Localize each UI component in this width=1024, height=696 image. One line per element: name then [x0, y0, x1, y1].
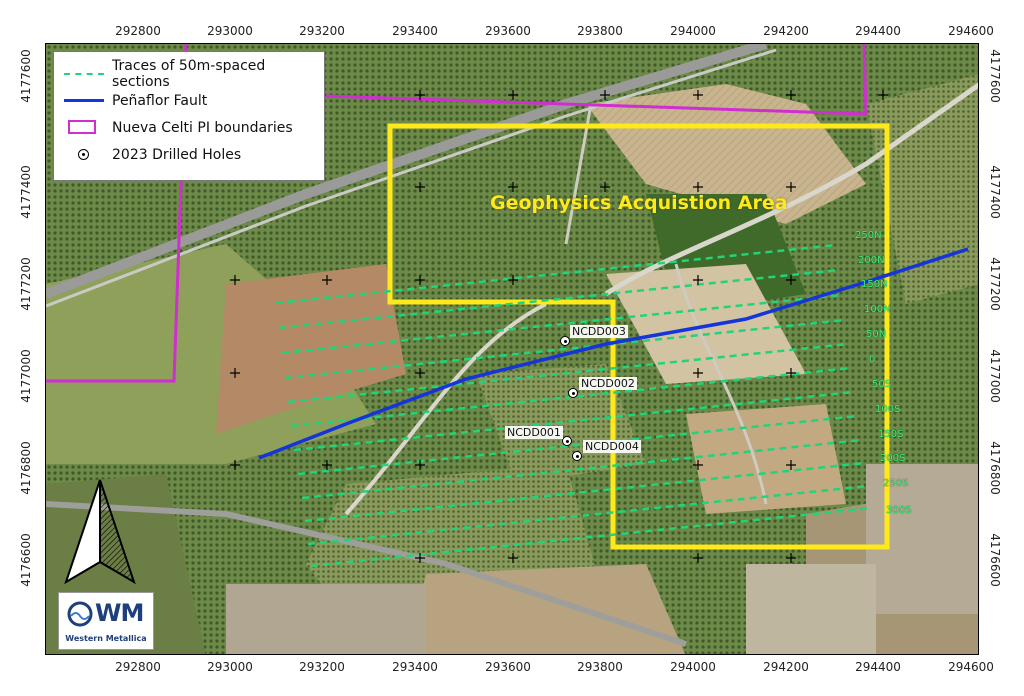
legend-label: Traces of 50m-spaced sections	[112, 57, 266, 90]
x-tick-label-bottom: 294200	[763, 660, 809, 674]
y-tick-label-left: 4177200	[19, 257, 33, 311]
section-label: 250N	[855, 230, 882, 241]
legend-item-fault: Peñaflor Fault	[64, 87, 314, 114]
x-tick-label-top: 294400	[855, 24, 901, 38]
legend-item-holes: 2023 Drilled Holes	[64, 141, 314, 168]
hole-marker-ncdd001[interactable]	[562, 436, 572, 446]
x-tick-label-bottom: 294000	[670, 660, 716, 674]
y-tick-label-left: 4176800	[19, 441, 33, 495]
x-tick-label-top: 293400	[392, 24, 438, 38]
x-tick-label-bottom: 292800	[115, 660, 161, 674]
legend-item-sections: Traces of 50m-spaced sections	[64, 57, 314, 90]
section-label: 250S	[883, 478, 909, 489]
hole-label: NCDD003	[570, 325, 628, 338]
x-tick-label-top: 292800	[115, 24, 161, 38]
hole-marker-ncdd002[interactable]	[568, 388, 578, 398]
map-legend: Traces of 50m-spaced sections Peñaflor F…	[53, 51, 325, 181]
north-arrow-icon	[64, 479, 136, 585]
x-tick-label-top: 293800	[577, 24, 623, 38]
acquisition-area-title: Geophysics Acquistion Area	[490, 192, 788, 214]
x-tick-label-bottom: 293400	[392, 660, 438, 674]
hole-label: NCDD002	[579, 377, 637, 390]
logo-o-icon	[67, 601, 93, 627]
magenta-box-icon	[64, 119, 104, 136]
x-tick-label-top: 294200	[763, 24, 809, 38]
hole-marker-ncdd004[interactable]	[572, 451, 582, 461]
y-tick-label-left: 4177400	[19, 165, 33, 219]
legend-label: Peñaflor Fault	[112, 92, 208, 109]
x-tick-label-top: 293600	[485, 24, 531, 38]
x-tick-label-top: 294600	[948, 24, 994, 38]
y-tick-label-right: 4177200	[988, 257, 1002, 311]
section-label: 300S	[886, 505, 912, 516]
y-tick-label-right: 4176600	[988, 533, 1002, 587]
hole-marker-ncdd003[interactable]	[560, 336, 570, 346]
legend-label: 2023 Drilled Holes	[112, 146, 242, 163]
section-label: 100N	[864, 304, 891, 315]
legend-label: Nueva Celti PI boundaries	[112, 119, 293, 136]
section-label: 200N	[858, 255, 885, 266]
blue-line-icon	[64, 93, 104, 109]
section-label: 150S	[878, 429, 904, 440]
legend-item-boundary: Nueva Celti PI boundaries	[64, 114, 314, 141]
section-label: 100S	[875, 404, 901, 415]
x-tick-label-bottom: 293800	[577, 660, 623, 674]
section-label: 0	[869, 354, 876, 365]
company-logo: WM Western Metallica	[58, 592, 154, 650]
dot-marker-icon	[64, 147, 104, 163]
x-tick-label-bottom: 293000	[207, 660, 253, 674]
section-label: 150N	[861, 279, 888, 290]
logo-name: Western Metallica	[65, 634, 147, 643]
section-label: 50N	[866, 329, 887, 340]
x-tick-label-bottom: 293200	[299, 660, 345, 674]
x-tick-label-bottom: 294600	[948, 660, 994, 674]
section-label: 50S	[872, 379, 892, 390]
x-tick-label-top: 293200	[299, 24, 345, 38]
logo-mark: WM	[95, 599, 144, 627]
hole-label: NCDD001	[505, 426, 563, 439]
y-tick-label-left: 4176600	[19, 533, 33, 587]
section-label: 200S	[880, 453, 906, 464]
x-tick-label-bottom: 294400	[855, 660, 901, 674]
y-tick-label-left: 4177000	[19, 349, 33, 403]
y-tick-label-left: 4177600	[19, 49, 33, 103]
y-tick-label-right: 4176800	[988, 441, 1002, 495]
hole-label: NCDD004	[583, 440, 641, 453]
y-tick-label-right: 4177600	[988, 49, 1002, 103]
y-tick-label-right: 4177000	[988, 349, 1002, 403]
x-tick-label-bottom: 293600	[485, 660, 531, 674]
x-tick-label-top: 293000	[207, 24, 253, 38]
y-tick-label-right: 4177400	[988, 165, 1002, 219]
green-dashed-line-icon	[64, 66, 104, 82]
x-tick-label-top: 294000	[670, 24, 716, 38]
